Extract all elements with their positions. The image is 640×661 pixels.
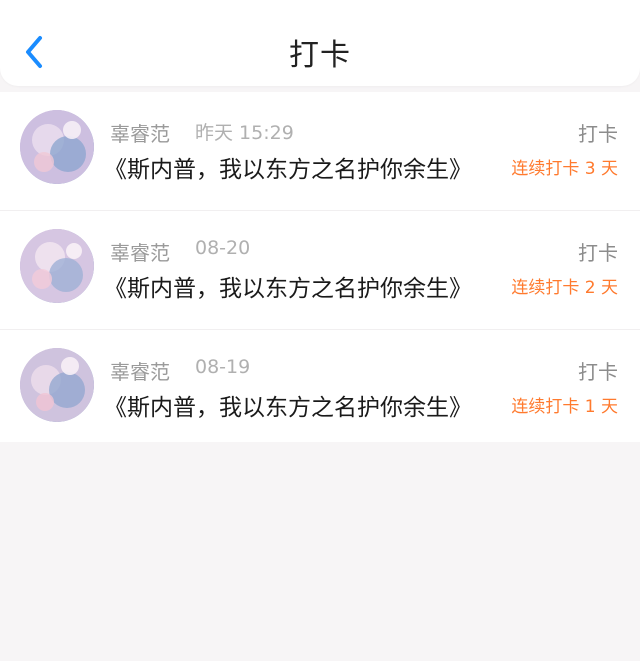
avatar[interactable] — [20, 229, 94, 303]
top-bar: 打卡 — [0, 0, 640, 86]
checkin-time: 昨天 15:29 — [195, 122, 294, 144]
list-item[interactable]: 辜睿范 08-19 打卡 《斯内普，我以东方之名护你余生》 连续打卡 1 天 — [0, 330, 640, 442]
streak-badge: 连续打卡 1 天 — [511, 397, 618, 417]
page-title: 打卡 — [289, 38, 351, 73]
checkin-type: 打卡 — [578, 122, 618, 146]
avatar-illustration — [20, 348, 94, 422]
streak-badge: 连续打卡 3 天 — [511, 159, 618, 179]
avatar-illustration — [20, 229, 94, 303]
user-name: 辜睿范 — [110, 360, 170, 384]
streak-badge: 连续打卡 2 天 — [511, 278, 618, 298]
list-item[interactable]: 辜睿范 08-20 打卡 《斯内普，我以东方之名护你余生》 连续打卡 2 天 — [0, 211, 640, 330]
book-title: 《斯内普，我以东方之名护你余生》 — [104, 395, 472, 421]
checkin-time: 08-19 — [195, 356, 251, 378]
checkin-list: 辜睿范 昨天 15:29 打卡 《斯内普，我以东方之名护你余生》 连续打卡 3 … — [0, 92, 640, 442]
avatar-illustration — [20, 110, 94, 184]
book-title: 《斯内普，我以东方之名护你余生》 — [104, 276, 472, 302]
checkin-type: 打卡 — [578, 360, 618, 384]
avatar[interactable] — [20, 348, 94, 422]
list-item[interactable]: 辜睿范 昨天 15:29 打卡 《斯内普，我以东方之名护你余生》 连续打卡 3 … — [0, 92, 640, 211]
checkin-time: 08-20 — [195, 237, 251, 259]
avatar[interactable] — [20, 110, 94, 184]
book-title: 《斯内普，我以东方之名护你余生》 — [104, 157, 472, 183]
checkin-type: 打卡 — [578, 241, 618, 265]
user-name: 辜睿范 — [110, 241, 170, 265]
user-name: 辜睿范 — [110, 122, 170, 146]
